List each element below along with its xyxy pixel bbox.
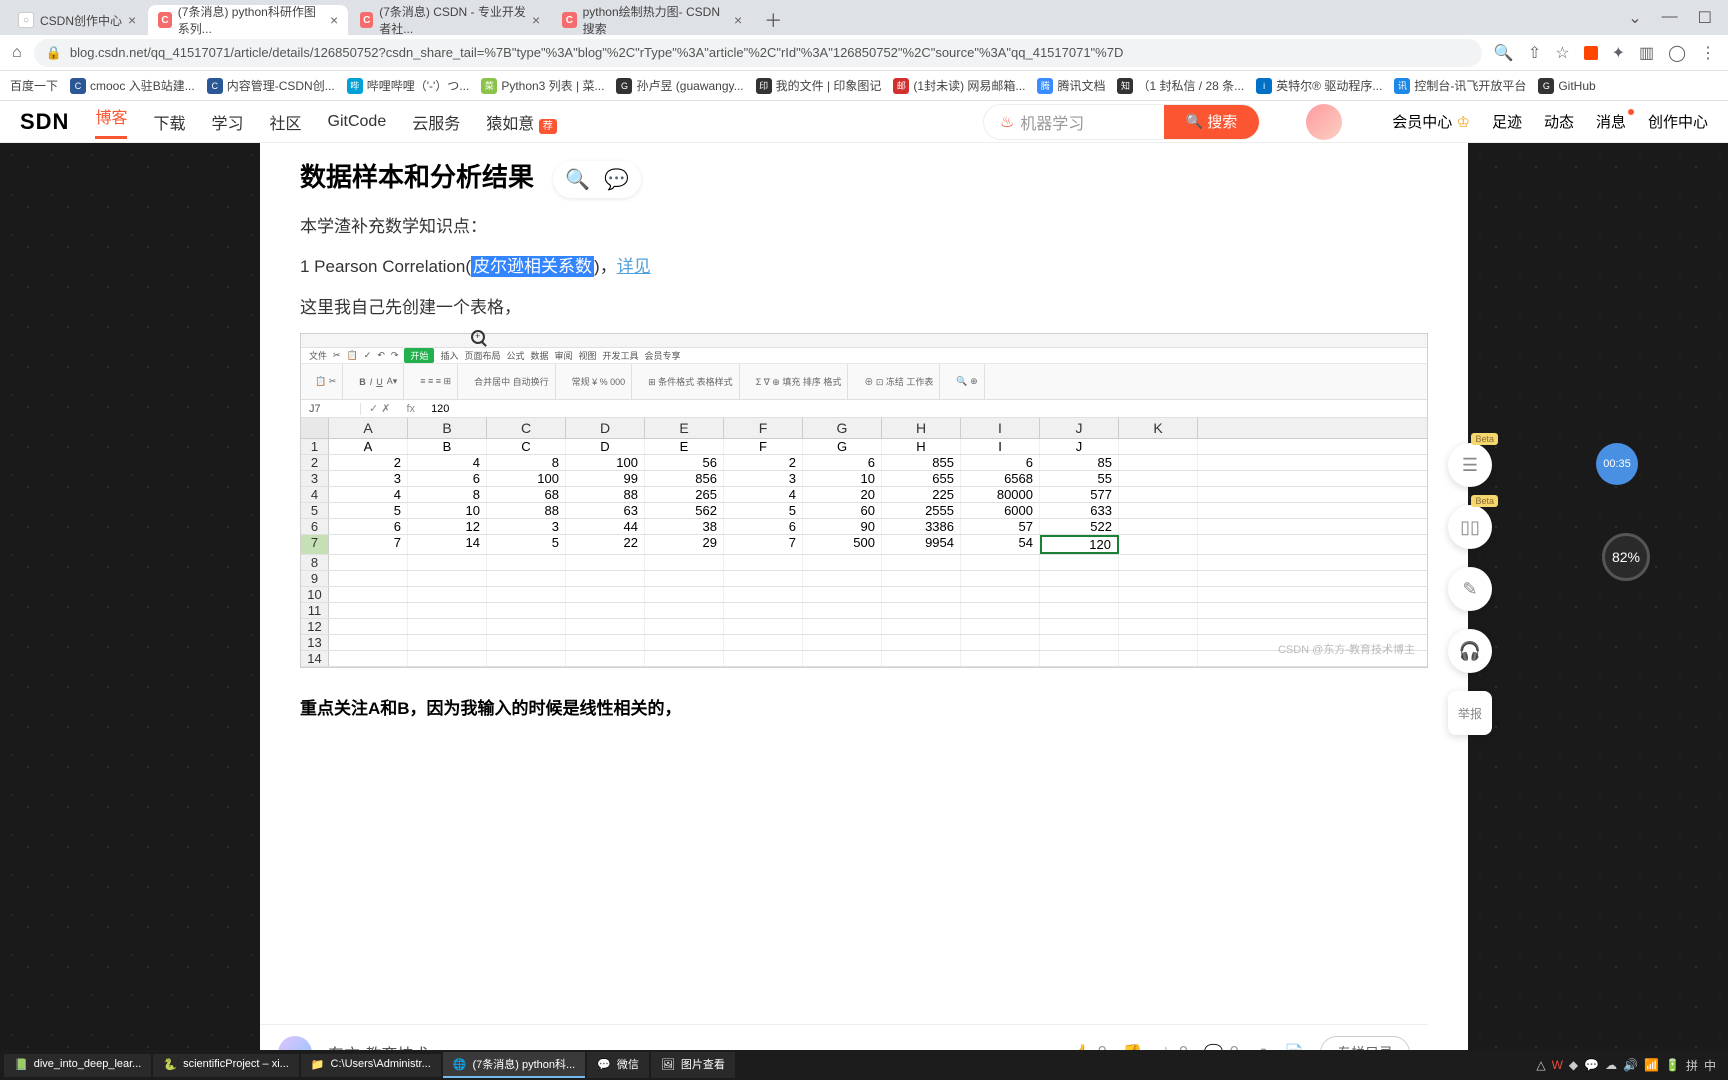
paragraph: 本学渣补充数学知识点： bbox=[300, 212, 1428, 243]
nav-activity[interactable]: 动态 bbox=[1544, 111, 1574, 132]
floating-toolbar: ☰Beta ▯▯Beta ✎ 🎧 举报 bbox=[1448, 443, 1492, 735]
close-icon[interactable]: × bbox=[734, 12, 742, 28]
search-box: ♨机器学习 🔍搜索 bbox=[983, 104, 1260, 140]
timer-badge[interactable]: 00:35 bbox=[1596, 443, 1638, 485]
text-selection-toolbar: 🔍 💬 bbox=[553, 161, 641, 198]
system-tray[interactable]: △W◆💬☁🔊📶🔋拼中 bbox=[1536, 1057, 1724, 1074]
bookmark-item[interactable]: 知（1 封私信 / 28 条... bbox=[1117, 77, 1244, 94]
browser-tab-active[interactable]: C(7条消息) python科研作图系列...× bbox=[148, 5, 348, 35]
bookmark-item[interactable]: 菜Python3 列表 | 菜... bbox=[481, 77, 604, 94]
search-input[interactable]: ♨机器学习 bbox=[984, 110, 1164, 134]
formula-value: 120 bbox=[423, 403, 457, 415]
section-heading: 数据样本和分析结果 🔍 💬 bbox=[300, 157, 1428, 198]
paragraph: 1 Pearson Correlation(皮尔逊相关系数)，详见 bbox=[300, 252, 1428, 283]
cell-reference: J7 bbox=[301, 403, 361, 415]
browser-tab[interactable]: Cpython绘制热力图- CSDN搜索× bbox=[552, 5, 752, 35]
comment-icon[interactable]: 💬 bbox=[604, 167, 629, 192]
profile-icon[interactable]: ◯ bbox=[1668, 43, 1686, 63]
bookmark-item[interactable]: 印我的文件 | 印象图记 bbox=[756, 77, 882, 94]
report-button[interactable]: 举报 bbox=[1448, 691, 1492, 735]
browser-tab[interactable]: C(7条消息) CSDN - 专业开发者社...× bbox=[350, 5, 550, 35]
bookmark-item[interactable]: 讯控制台-讯飞开放平台 bbox=[1394, 77, 1526, 94]
lock-icon: 🔒 bbox=[46, 45, 62, 61]
detail-link[interactable]: 详见 bbox=[617, 257, 651, 276]
bookmark-item[interactable]: i英特尔® 驱动程序... bbox=[1256, 77, 1382, 94]
highlighted-text: 皮尔逊相关系数 bbox=[471, 256, 594, 277]
page-background-left bbox=[0, 143, 260, 1050]
share-icon[interactable]: ⇧ bbox=[1528, 43, 1541, 63]
nav-footprint[interactable]: 足迹 bbox=[1492, 111, 1522, 132]
browser-tab-bar: ○CSDN创作中心× C(7条消息) python科研作图系列...× C(7条… bbox=[0, 0, 1728, 35]
extension-icon[interactable] bbox=[1584, 46, 1598, 60]
nav-download[interactable]: 下载 bbox=[153, 110, 185, 134]
taskbar-item[interactable]: 📗 dive_into_deep_lear... bbox=[4, 1054, 151, 1077]
new-tab-button[interactable]: ＋ bbox=[754, 5, 792, 35]
extensions-icon[interactable]: ✦ bbox=[1612, 43, 1625, 63]
search-in-page-icon[interactable]: 🔍 bbox=[1494, 43, 1514, 63]
split-button[interactable]: ▯▯Beta bbox=[1448, 505, 1492, 549]
csdn-logo[interactable]: SDN bbox=[20, 109, 69, 135]
address-bar: ⌂ 🔒 blog.csdn.net/qq_41517071/article/de… bbox=[0, 35, 1728, 71]
url-field[interactable]: 🔒 blog.csdn.net/qq_41517071/article/deta… bbox=[34, 39, 1482, 67]
csdn-nav: SDN 博客 下载 学习 社区 GitCode 云服务 猿如意 荐 ♨机器学习 … bbox=[0, 101, 1728, 143]
close-icon[interactable]: × bbox=[128, 12, 136, 28]
toc-button[interactable]: ☰Beta bbox=[1448, 443, 1492, 487]
taskbar-item[interactable]: 💬 微信 bbox=[587, 1052, 649, 1078]
search-icon[interactable]: 🔍 bbox=[565, 167, 590, 192]
chevron-down-icon[interactable]: ⌄ bbox=[1628, 8, 1641, 28]
page-background-right bbox=[1468, 143, 1728, 1050]
bookmarks-bar: 百度一下 Ccmooc 入驻B站建... C内容管理-CSDN创... 哔哔哩哔… bbox=[0, 71, 1728, 101]
menu-icon[interactable]: ⋮ bbox=[1700, 43, 1716, 63]
selected-cell: 120 bbox=[1040, 535, 1119, 554]
support-button[interactable]: 🎧 bbox=[1448, 629, 1492, 673]
spreadsheet-grid: ABCDEFGHIJK 1 ABCDEFGHIJ 224810056268556… bbox=[301, 418, 1427, 667]
taskbar-item-active[interactable]: 🌐 (7条消息) python科... bbox=[443, 1052, 585, 1078]
nav-cloud[interactable]: 云服务 bbox=[412, 110, 460, 134]
nav-messages[interactable]: 消息 bbox=[1596, 111, 1626, 132]
bookmark-item[interactable]: 邮(1封未读) 网易邮箱... bbox=[893, 77, 1025, 94]
bookmark-item[interactable]: Ccmooc 入驻B站建... bbox=[70, 77, 195, 94]
article-body: 数据样本和分析结果 🔍 💬 本学渣补充数学知识点： 1 Pearson Corr… bbox=[260, 143, 1468, 1050]
bookmark-item[interactable]: 哔哔哩哔哩（'-'）つ... bbox=[347, 77, 470, 94]
watermark: CSDN @东方-教育技术博主 bbox=[1278, 641, 1415, 657]
nav-gitcode[interactable]: GitCode bbox=[328, 113, 387, 131]
nav-yuanruyi[interactable]: 猿如意 荐 bbox=[486, 110, 556, 134]
user-avatar[interactable] bbox=[1306, 104, 1342, 140]
maximize-icon[interactable]: ☐ bbox=[1698, 8, 1712, 28]
nav-blog[interactable]: 博客 bbox=[95, 104, 127, 139]
bookmark-item[interactable]: C内容管理-CSDN创... bbox=[207, 77, 335, 94]
nav-create[interactable]: 创作中心 bbox=[1648, 111, 1708, 132]
nav-community[interactable]: 社区 bbox=[270, 110, 302, 134]
windows-taskbar: 📗 dive_into_deep_lear... 🐍 scientificPro… bbox=[0, 1050, 1728, 1080]
minimize-icon[interactable]: — bbox=[1662, 8, 1678, 28]
taskbar-item[interactable]: 🐍 scientificProject – xi... bbox=[153, 1054, 298, 1077]
close-icon[interactable]: × bbox=[330, 12, 338, 28]
nav-learn[interactable]: 学习 bbox=[211, 110, 243, 134]
bookmark-item[interactable]: 腾腾讯文档 bbox=[1037, 77, 1105, 94]
paragraph: 这里我自己先创建一个表格， bbox=[300, 293, 1428, 324]
progress-badge[interactable]: 82% bbox=[1602, 533, 1650, 581]
browser-tab[interactable]: ○CSDN创作中心× bbox=[8, 5, 146, 35]
close-icon[interactable]: × bbox=[532, 12, 540, 28]
bookmark-item[interactable]: 百度一下 bbox=[10, 77, 58, 94]
search-button[interactable]: 🔍搜索 bbox=[1164, 105, 1259, 139]
magnifier-cursor: + bbox=[471, 330, 485, 344]
taskbar-item[interactable]: 🖼 图片查看 bbox=[651, 1052, 735, 1078]
taskbar-item[interactable]: 📁 C:\Users\Administr... bbox=[301, 1054, 441, 1077]
bookmark-star-icon[interactable]: ☆ bbox=[1555, 43, 1569, 63]
home-icon[interactable]: ⌂ bbox=[12, 44, 22, 62]
edit-button[interactable]: ✎ bbox=[1448, 567, 1492, 611]
paragraph-bold: 重点关注A和B，因为我输入的时候是线性相关的， bbox=[300, 694, 1428, 719]
nav-member[interactable]: 会员中心 ♔ bbox=[1392, 111, 1470, 132]
bookmark-item[interactable]: GGitHub bbox=[1538, 78, 1595, 94]
bookmark-item[interactable]: G孙卢昱 (guawangy... bbox=[616, 77, 743, 94]
spreadsheet-screenshot: 文件 ✂📋✓↶↷ 开始 插入 页面布局 公式 数据 审阅 视图 开发工具 会员专… bbox=[300, 333, 1428, 668]
panel-icon[interactable]: ▥ bbox=[1639, 43, 1654, 63]
